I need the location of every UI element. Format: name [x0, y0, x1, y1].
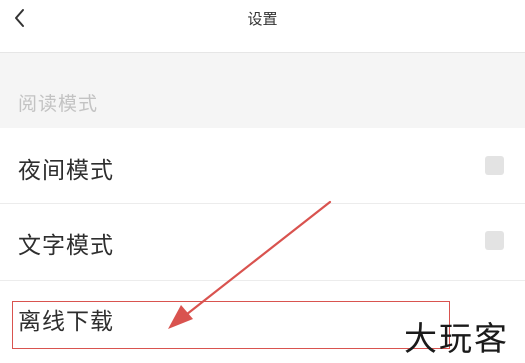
night-mode-checkbox[interactable]: [485, 156, 504, 175]
section-header-label: 阅读模式: [18, 93, 99, 115]
watermark-logo: 大玩客: [404, 319, 509, 358]
nav-bar: 设置: [0, 0, 525, 53]
text-mode-label: 文字模式: [18, 233, 114, 259]
night-mode-label: 夜间模式: [18, 158, 114, 184]
list-row-night-mode[interactable]: 夜间模式: [0, 128, 525, 203]
page-title: 设置: [247, 10, 278, 28]
annotation-highlight-box: [12, 301, 450, 349]
list-row-text-mode[interactable]: 文字模式: [0, 204, 525, 279]
text-mode-checkbox[interactable]: [485, 231, 504, 250]
